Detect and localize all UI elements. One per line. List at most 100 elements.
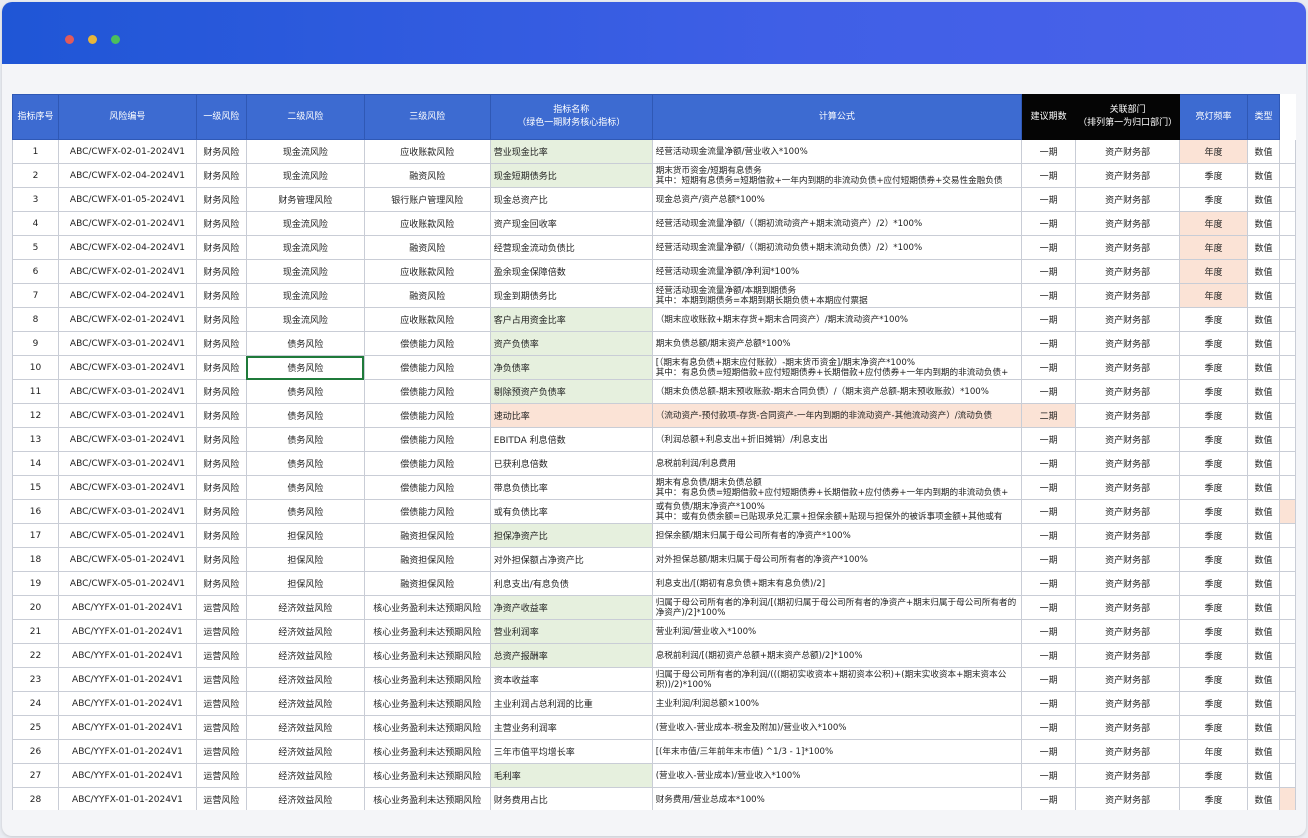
cell-period[interactable]: 一期	[1021, 331, 1077, 356]
cell-idx[interactable]: 17	[12, 523, 59, 548]
cell-l2[interactable]: 债务风险	[245, 499, 365, 524]
cell-period[interactable]: 一期	[1021, 259, 1077, 284]
cell-l2[interactable]: 现金流风险	[245, 163, 365, 188]
cell-idx[interactable]: 18	[12, 547, 59, 572]
cell-type[interactable]: 数值	[1246, 331, 1280, 356]
cell-name[interactable]: 经营现金流动负债比	[489, 235, 653, 260]
cell-code[interactable]: ABC/CWFX-03-01-2024V1	[57, 475, 197, 500]
cell-period[interactable]: 一期	[1021, 499, 1077, 524]
cell-l1[interactable]: 运营风险	[195, 643, 247, 668]
cell-period[interactable]: 一期	[1021, 283, 1077, 308]
header-dept[interactable]: 关联部门 （排列第一为归口部门）	[1075, 94, 1181, 140]
cell-period[interactable]: 一期	[1021, 475, 1077, 500]
cell-dept[interactable]: 资产财务部	[1075, 451, 1181, 476]
cell-l3[interactable]: 应收账款风险	[363, 211, 491, 236]
cell-freq[interactable]: 季度	[1179, 595, 1248, 620]
cell-l3[interactable]: 核心业务盈利未达预期风险	[363, 739, 491, 764]
cell-name[interactable]: 对外担保额占净资产比	[489, 547, 653, 572]
cell-formula[interactable]: （期末应收账款+期末存货+期末合同资产）/期末流动资产*100%	[651, 307, 1023, 332]
cell-type[interactable]: 数值	[1246, 211, 1280, 236]
cell-l1[interactable]: 财务风险	[195, 331, 247, 356]
cell-l3[interactable]: 融资风险	[363, 283, 491, 308]
cell-dept[interactable]: 资产财务部	[1075, 619, 1181, 644]
cell-code[interactable]: ABC/YYFX-01-01-2024V1	[57, 763, 197, 788]
cell-l1[interactable]: 运营风险	[195, 595, 247, 620]
cell-l2[interactable]: 经济效益风险	[245, 787, 365, 810]
cell-code[interactable]: ABC/YYFX-01-01-2024V1	[57, 595, 197, 620]
cell-code[interactable]: ABC/CWFX-03-01-2024V1	[57, 499, 197, 524]
header-idx[interactable]: 指标序号	[12, 94, 59, 140]
cell-formula[interactable]: （期末负债总额-期末预收账款-期末合同负债）/（期末资产总额-期末预收账款）*1…	[651, 379, 1023, 404]
cell-period[interactable]: 一期	[1021, 187, 1077, 212]
cell-l3[interactable]: 融资风险	[363, 163, 491, 188]
cell-l3[interactable]: 核心业务盈利未达预期风险	[363, 643, 491, 668]
cell-l3[interactable]: 融资风险	[363, 235, 491, 260]
cell-l2[interactable]: 经济效益风险	[245, 595, 365, 620]
cell-extra[interactable]	[1278, 643, 1296, 668]
cell-extra[interactable]	[1278, 595, 1296, 620]
cell-formula[interactable]: (营业收入-营业成本)/营业收入*100%	[651, 763, 1023, 788]
cell-period[interactable]: 一期	[1021, 379, 1077, 404]
cell-dept[interactable]: 资产财务部	[1075, 787, 1181, 810]
cell-idx[interactable]: 22	[12, 643, 59, 668]
cell-l2[interactable]: 财务管理风险	[245, 187, 365, 212]
cell-code[interactable]: ABC/CWFX-02-01-2024V1	[57, 307, 197, 332]
cell-freq[interactable]: 年度	[1179, 259, 1248, 284]
cell-formula[interactable]: 营业利润/营业收入*100%	[651, 619, 1023, 644]
cell-dept[interactable]: 资产财务部	[1075, 523, 1181, 548]
cell-name[interactable]: EBITDA 利息倍数	[489, 427, 653, 452]
cell-formula[interactable]: 经营活动现金流量净额/本期到期债务 其中：本期到期债务=本期到期长期负债+本期应…	[651, 283, 1023, 308]
cell-period[interactable]: 一期	[1021, 451, 1077, 476]
cell-l3[interactable]: 核心业务盈利未达预期风险	[363, 787, 491, 810]
cell-formula[interactable]: (营业收入-营业成本-税金及附加)/营业收入*100%	[651, 715, 1023, 740]
cell-code[interactable]: ABC/CWFX-02-04-2024V1	[57, 163, 197, 188]
cell-type[interactable]: 数值	[1246, 667, 1280, 692]
cell-freq[interactable]: 季度	[1179, 691, 1248, 716]
cell-period[interactable]: 一期	[1021, 643, 1077, 668]
cell-type[interactable]: 数值	[1246, 187, 1280, 212]
maximize-dot-icon[interactable]	[111, 35, 120, 44]
cell-freq[interactable]: 季度	[1179, 331, 1248, 356]
cell-name[interactable]: 现金总资产比	[489, 187, 653, 212]
cell-extra[interactable]	[1278, 235, 1296, 260]
cell-idx[interactable]: 5	[12, 235, 59, 260]
cell-type[interactable]: 数值	[1246, 139, 1280, 164]
cell-l1[interactable]: 财务风险	[195, 211, 247, 236]
cell-l3[interactable]: 核心业务盈利未达预期风险	[363, 595, 491, 620]
cell-dept[interactable]: 资产财务部	[1075, 547, 1181, 572]
cell-l2[interactable]: 经济效益风险	[245, 643, 365, 668]
cell-name[interactable]: 客户占用资金比率	[489, 307, 653, 332]
cell-l1[interactable]: 财务风险	[195, 571, 247, 596]
cell-extra[interactable]	[1278, 331, 1296, 356]
cell-period[interactable]: 一期	[1021, 523, 1077, 548]
cell-type[interactable]: 数值	[1246, 403, 1280, 428]
header-type[interactable]: 类型	[1246, 94, 1280, 140]
cell-formula[interactable]: 经营活动现金流量净额/（（期初流动负债+期末流动负债）/2）*100%	[651, 235, 1023, 260]
cell-period[interactable]: 一期	[1021, 139, 1077, 164]
cell-name[interactable]: 主业利润占总利润的比重	[489, 691, 653, 716]
cell-idx[interactable]: 2	[12, 163, 59, 188]
cell-dept[interactable]: 资产财务部	[1075, 739, 1181, 764]
cell-l2[interactable]: 现金流风险	[245, 307, 365, 332]
cell-name[interactable]: 剔除预资产负债率	[489, 379, 653, 404]
cell-l2[interactable]: 债务风险	[245, 451, 365, 476]
cell-dept[interactable]: 资产财务部	[1075, 379, 1181, 404]
cell-formula[interactable]: （流动资产-预付款项-存货-合同资产-一年内到期的非流动资产-其他流动资产）/流…	[651, 403, 1023, 428]
cell-l3[interactable]: 偿债能力风险	[363, 427, 491, 452]
cell-name[interactable]: 净资产收益率	[489, 595, 653, 620]
cell-code[interactable]: ABC/CWFX-02-01-2024V1	[57, 211, 197, 236]
cell-formula[interactable]: [（期末有息负债+期末应付账款）-期末货币资金]/期末净资产*100% 其中：有…	[651, 355, 1023, 380]
cell-l3[interactable]: 融资担保风险	[363, 571, 491, 596]
cell-extra[interactable]	[1278, 619, 1296, 644]
cell-extra[interactable]	[1278, 571, 1296, 596]
cell-extra[interactable]	[1278, 475, 1296, 500]
header-name[interactable]: 指标名称 （绿色一期财务核心指标）	[489, 94, 653, 140]
cell-l2[interactable]: 现金流风险	[245, 235, 365, 260]
cell-type[interactable]: 数值	[1246, 571, 1280, 596]
cell-type[interactable]: 数值	[1246, 355, 1280, 380]
cell-period[interactable]: 一期	[1021, 763, 1077, 788]
cell-l2[interactable]: 债务风险	[245, 403, 365, 428]
cell-l3[interactable]: 核心业务盈利未达预期风险	[363, 619, 491, 644]
cell-name[interactable]: 财务费用占比	[489, 787, 653, 810]
cell-idx[interactable]: 21	[12, 619, 59, 644]
